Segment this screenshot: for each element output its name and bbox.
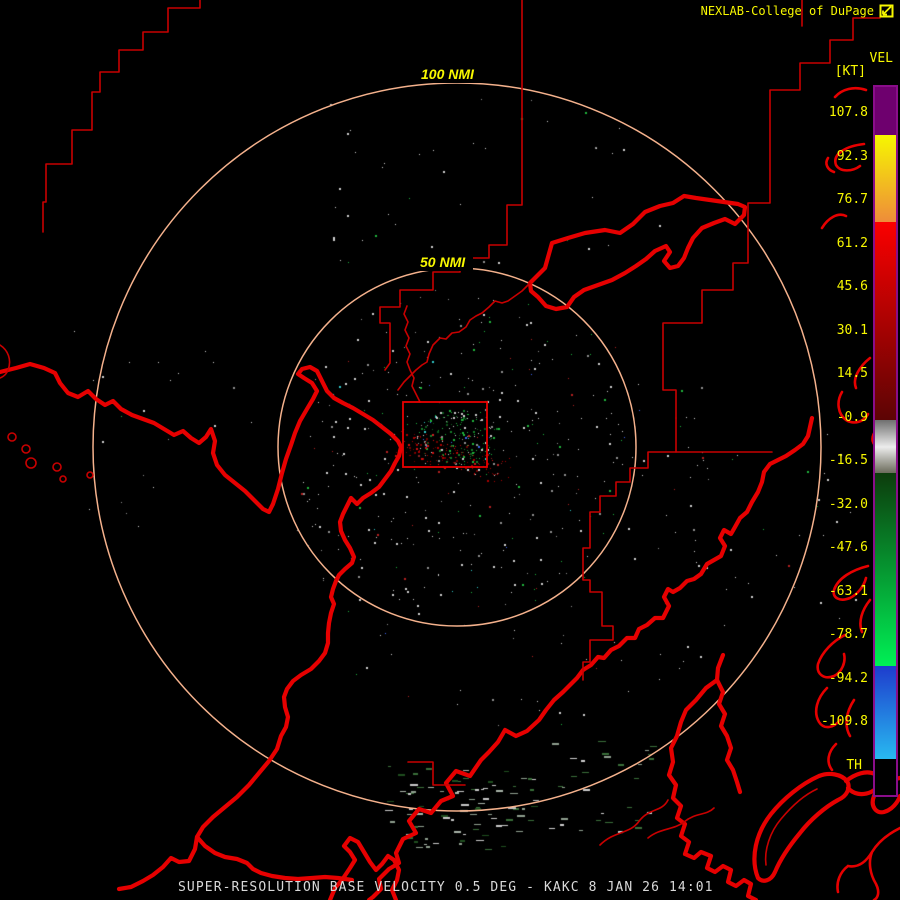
colorbar-tick: -109.8 [821,714,868,729]
svg-text:100 NMI: 100 NMI [421,66,475,82]
colorbar-segment [875,420,896,447]
colorbar-tick: -94.2 [828,670,868,686]
colorbar-tick: -63.1 [828,583,868,599]
colorbar-segment [875,222,896,420]
colorbar-segment [875,473,896,666]
colorbar-tick: 14.5 [836,366,868,381]
colorbar-segment [875,447,896,473]
center-map-rectangle [402,401,488,468]
colorbar-tick: 45.6 [836,279,868,294]
colorbar-segment [875,87,896,135]
map-boundaries [0,0,900,900]
colorbar-segment [875,135,896,222]
map-overlay: 100 NMI 50 NMI [0,0,900,900]
colorbar-units: [KT] [834,64,866,79]
colorbar-tick: -47.6 [828,540,868,555]
colorbar-tick: 92.3 [836,148,868,164]
colorbar-segment [875,666,896,759]
colorbar-threshold-label: TH [846,758,862,773]
range-ring-label-100: 100 NMI [415,65,481,83]
colorbar-tick: -78.7 [828,627,868,642]
colorbar-tick: -0.9 [836,409,868,425]
range-ring-100 [92,82,822,812]
colorbar-title: VEL [869,51,893,66]
cod-logo-icon [879,4,894,18]
radar-display: 100 NMI 50 NMI NEXLAB-College of DuPage … [0,0,900,900]
site-title: NEXLAB-College of DuPage [701,4,894,18]
colorbar-tick: 107.8 [828,105,868,120]
colorbar-tick: -16.5 [828,453,868,468]
colorbar-tick: 76.7 [836,192,868,207]
colorbar-tick: 61.2 [836,235,868,251]
site-title-text: NEXLAB-College of DuPage [700,4,874,18]
colorbar-tick: 30.1 [836,322,868,338]
svg-text:50 NMI: 50 NMI [420,254,466,270]
product-caption: SUPER-RESOLUTION BASE VELOCITY 0.5 DEG -… [178,880,714,895]
range-ring-label-50: 50 NMI [415,253,473,271]
colorbar-segment [875,759,896,795]
velocity-colorbar [873,85,898,797]
colorbar-tick: -32.0 [828,496,868,512]
